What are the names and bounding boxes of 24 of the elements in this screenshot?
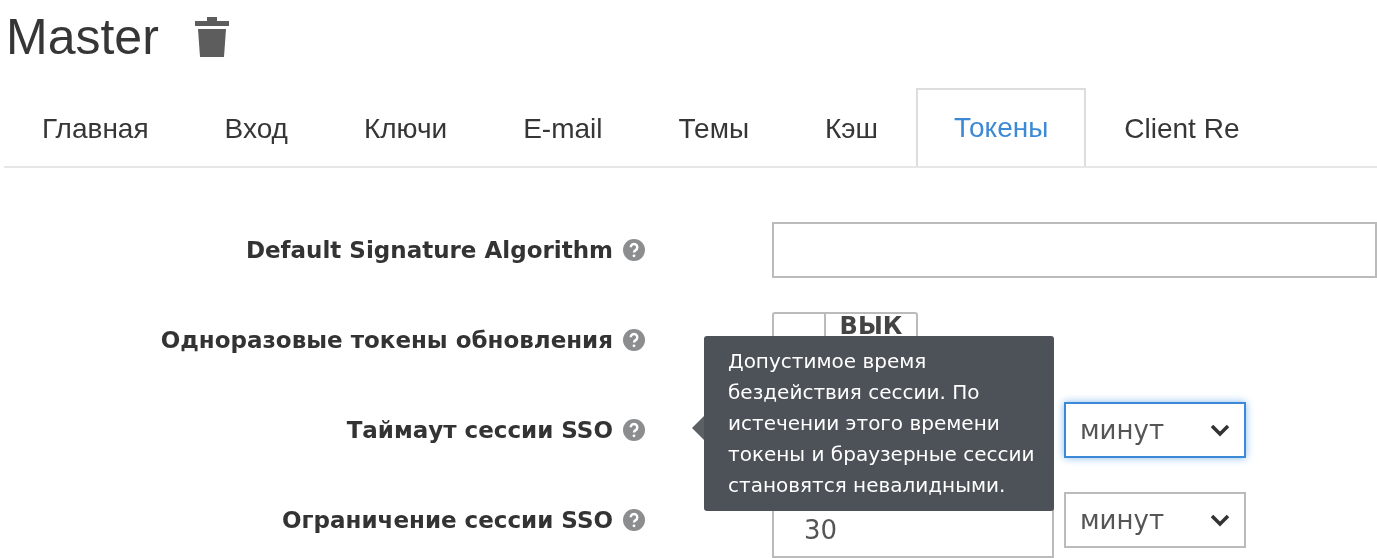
field-label: Default Signature Algorithm — [245, 237, 613, 263]
unit-dropdown[interactable]: минут — [1064, 492, 1246, 548]
tab[interactable]: Кэш — [787, 88, 917, 166]
tab[interactable]: E-mail — [485, 88, 641, 166]
help-icon[interactable] — [623, 419, 645, 441]
trash-icon[interactable] — [194, 17, 229, 57]
tab[interactable]: Главная — [4, 88, 187, 166]
field-label: Одноразовые токены обновления — [160, 327, 613, 353]
tab[interactable]: Ключи — [325, 88, 486, 166]
help-icon[interactable] — [623, 239, 645, 261]
help-icon[interactable] — [623, 329, 645, 351]
tab[interactable]: Client Re — [1086, 88, 1278, 166]
caret-icon — [1210, 423, 1230, 437]
tab[interactable]: Вход — [186, 88, 326, 166]
help-icon[interactable] — [623, 509, 645, 531]
caret-icon — [1210, 513, 1230, 527]
realm-title: Master — [6, 8, 159, 66]
tab[interactable]: Токены — [916, 88, 1087, 166]
tab[interactable]: Темы — [640, 88, 787, 166]
tooltip: Допустимое время бездействия сессии. По истечении этого времени токены и браузерные сессии становятся невалидными. — [704, 336, 1054, 511]
text-field[interactable] — [772, 222, 1377, 278]
field-label: Таймаут сессии SSO — [346, 417, 613, 443]
field-label: Ограничение сессии SSO — [282, 507, 613, 533]
unit-dropdown[interactable]: минут — [1064, 402, 1246, 458]
